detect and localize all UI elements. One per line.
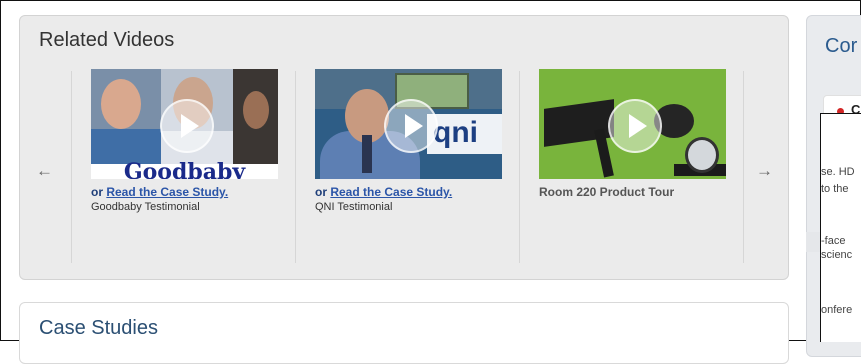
overlay-popup: se. HD to the -face scienc onfere <box>820 113 861 342</box>
play-icon[interactable] <box>607 99 662 153</box>
read-case-study-link[interactable]: Read the Case Study. <box>106 185 228 199</box>
popup-text-snippet: onfere <box>821 304 853 316</box>
popup-text-snippet: -face <box>821 235 846 247</box>
popup-text-snippet: se. HD <box>821 166 855 178</box>
play-icon[interactable] <box>383 99 438 153</box>
related-videos-title: Related Videos <box>39 29 175 51</box>
related-videos-panel: Related Videos ← → Goodbaby or Read the … <box>19 15 789 280</box>
case-study-line: or Read the Case Study. <box>315 185 453 199</box>
carousel-prev-arrow-icon[interactable]: ← <box>36 161 53 181</box>
carousel-divider <box>743 71 744 263</box>
carousel-next-arrow-icon[interactable]: → <box>756 161 773 181</box>
right-panel-title: Cor <box>825 35 858 57</box>
case-studies-title: Case Studies <box>39 317 158 339</box>
video-card-qni: qni or Read the Case Study. QNI Testimon… <box>315 69 503 214</box>
carousel-divider <box>295 71 296 263</box>
carousel-divider <box>519 71 520 263</box>
popup-text-snippet: to the <box>821 183 849 195</box>
video-thumbnail-room220[interactable] <box>539 69 726 179</box>
background-panel-strip <box>806 232 820 252</box>
goodbaby-logo: Goodbaby <box>91 161 278 179</box>
video-thumbnail-qni[interactable]: qni <box>315 69 502 179</box>
video-title[interactable]: Room 220 Product Tour <box>539 185 679 199</box>
case-studies-panel: Case Studies <box>19 302 789 364</box>
qni-logo: qni <box>433 116 478 149</box>
video-title: Goodbaby Testimonial <box>91 201 200 213</box>
video-thumbnail-goodbaby[interactable]: Goodbaby <box>91 69 278 179</box>
play-icon[interactable] <box>159 99 214 153</box>
read-case-study-link[interactable]: Read the Case Study. <box>330 185 452 199</box>
video-card-room220: Room 220 Product Tour <box>539 69 727 199</box>
carousel-divider <box>71 71 72 263</box>
video-title: QNI Testimonial <box>315 201 393 213</box>
case-study-line: or Read the Case Study. <box>91 185 229 199</box>
popup-text-snippet: scienc <box>821 249 853 261</box>
video-card-goodbaby: Goodbaby or Read the Case Study. Goodbab… <box>91 69 279 214</box>
